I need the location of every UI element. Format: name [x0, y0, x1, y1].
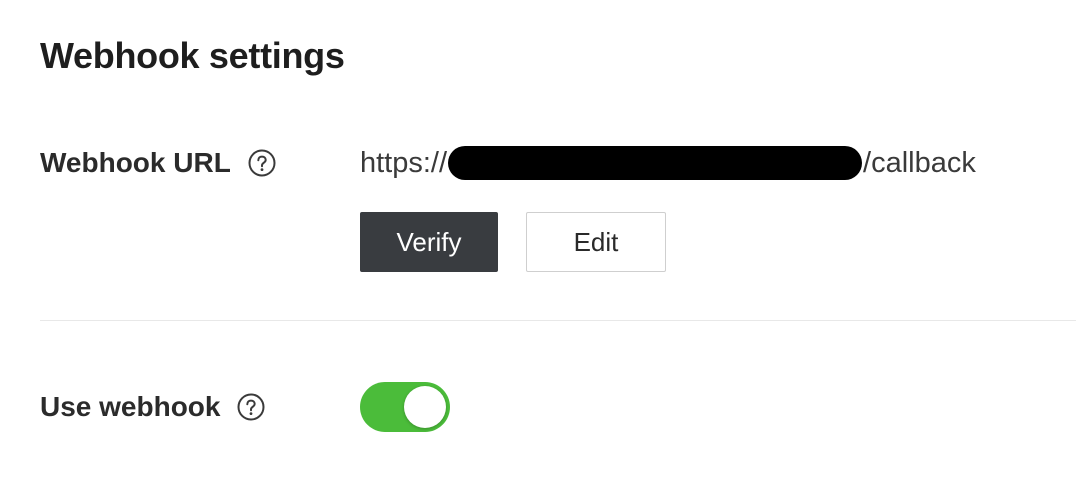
- webhook-settings-page: Webhook settings Webhook URL https:// /c…: [0, 0, 1076, 488]
- redacted-url-segment: [448, 146, 863, 180]
- webhook-url-suffix: /callback: [863, 146, 976, 179]
- use-webhook-label: Use webhook: [40, 391, 221, 422]
- use-webhook-toggle[interactable]: [360, 382, 450, 432]
- webhook-url-prefix: https://: [360, 146, 448, 179]
- verify-button[interactable]: Verify: [360, 212, 498, 272]
- webhook-url-row-label: Webhook URL: [40, 143, 277, 183]
- section-divider: [40, 320, 1076, 321]
- toggle-knob: [404, 386, 446, 428]
- edit-button[interactable]: Edit: [526, 212, 666, 272]
- webhook-url-label: Webhook URL: [40, 147, 231, 178]
- question-circle-icon[interactable]: [247, 148, 277, 178]
- page-title: Webhook settings: [40, 35, 345, 76]
- use-webhook-row-label: Use webhook: [40, 387, 266, 427]
- question-circle-icon[interactable]: [236, 392, 266, 422]
- webhook-url-value: https:// /callback: [360, 143, 976, 183]
